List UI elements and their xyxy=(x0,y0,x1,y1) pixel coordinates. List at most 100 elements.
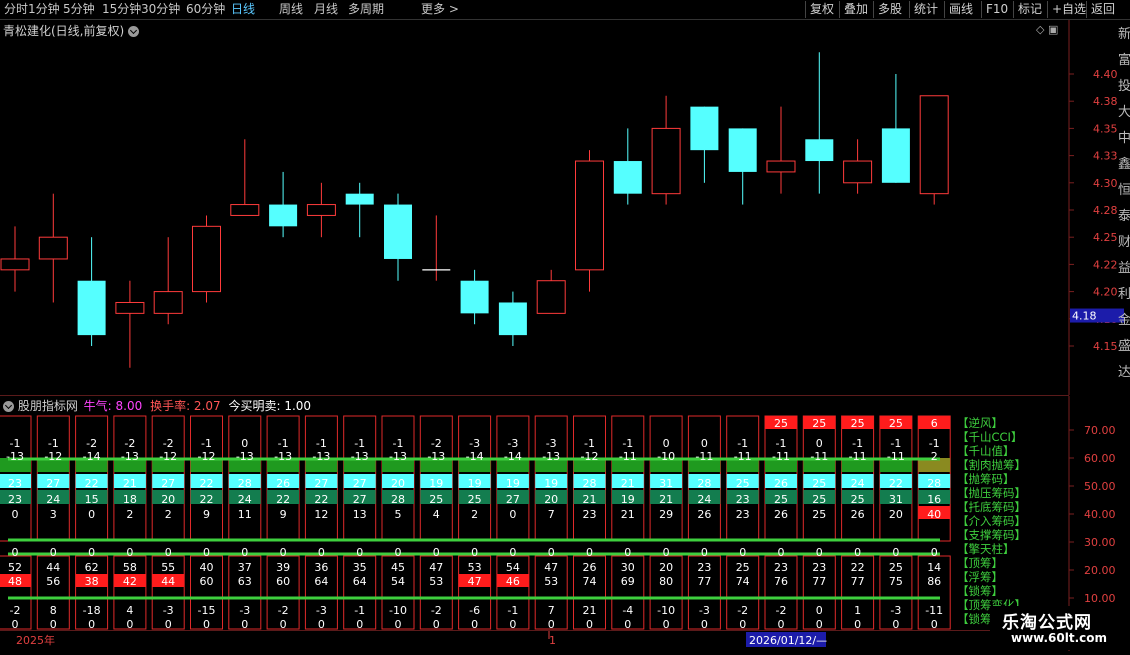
period-tab-4[interactable]: 30分钟 xyxy=(141,1,180,17)
indicator-cell-value: -2 xyxy=(10,604,21,617)
turnover-label: 换手率: 2.07 xyxy=(150,399,221,413)
indicator-tick-label: 50.00 xyxy=(1084,480,1116,493)
indicator-cell-value: 0 xyxy=(663,437,670,450)
period-tab-2[interactable]: 5分钟 xyxy=(63,1,95,17)
indicator-cell-value: -12 xyxy=(198,450,216,463)
indicator-cell-value: 0 xyxy=(739,546,746,559)
indicator-cell-value: 56 xyxy=(46,575,60,588)
indicator-cell-value: 0 xyxy=(778,618,785,630)
stock-title[interactable]: 青松建化(日线,前复权) xyxy=(3,22,140,39)
toolbar-button-3[interactable]: 统计 xyxy=(909,1,942,18)
indicator-cell-value: 53 xyxy=(429,575,443,588)
toolbar-button-8[interactable]: 返回 xyxy=(1086,1,1119,18)
diamond-icon[interactable]: ◇ xyxy=(1036,23,1044,36)
indicator-cell-value: 6 xyxy=(931,417,938,430)
indicator-legend-item: 【抛压筹码】 xyxy=(957,486,1026,500)
indicator-cell-value: 28 xyxy=(697,477,711,490)
indicator-cell-value: 19 xyxy=(429,477,443,490)
toolbar-button-4[interactable]: 画线 xyxy=(944,1,977,18)
indicator-cell-value: 26 xyxy=(697,508,711,521)
indicator-cell-value: 0 xyxy=(50,618,57,630)
indicator-cell-value: -13 xyxy=(274,450,292,463)
indicator-cell-value: -1 xyxy=(890,437,901,450)
toolbar-button-5[interactable]: F10 xyxy=(981,1,1012,18)
candle-body xyxy=(115,301,145,314)
indicator-cell-value: 0 xyxy=(88,546,95,559)
indicator-cell-value: 22 xyxy=(200,493,214,506)
indicator-cell-value: 20 xyxy=(391,477,405,490)
indicator-cell-value: -1 xyxy=(201,437,212,450)
indicator-cell-value: -15 xyxy=(198,604,216,617)
indicator-cell-value: -2 xyxy=(86,437,97,450)
kline-chart[interactable]: 4.40 4.38 4.35 4.33 4.30 4.28 4.25 4.22 4.20 4.18… xyxy=(0,20,1130,395)
indicator-cell-value: 64 xyxy=(314,575,328,588)
indicator-cell-value: 28 xyxy=(927,477,941,490)
indicator-cell-value: 23 xyxy=(8,493,22,506)
indicator-cell-value: 25 xyxy=(812,417,826,430)
indicator-cell-value: 20 xyxy=(161,493,175,506)
indicator-cell-value: 0 xyxy=(50,546,57,559)
period-tab-5[interactable]: 60分钟 xyxy=(186,1,225,17)
indicator-cell-value: 0 xyxy=(931,546,938,559)
indicator-cell-value: 0 xyxy=(509,546,516,559)
indicator-cell-value: 26 xyxy=(851,508,865,521)
indicator-cell-value: 23 xyxy=(697,561,711,574)
indicator-cell-value: -13 xyxy=(6,450,24,463)
current-price-label: 4.18 xyxy=(1072,310,1097,323)
right-edge-glyph: 大 xyxy=(1118,105,1130,120)
indicator-cell-value: 31 xyxy=(889,493,903,506)
indicator-legend-item: 【抛筹码】 xyxy=(957,472,1015,486)
indicator-cell-value: 21 xyxy=(659,493,673,506)
indicator-legend-item: 【割肉抛筹】 xyxy=(957,458,1026,472)
indicator-cell-value: 75 xyxy=(889,575,903,588)
indicator-cell-value: 27 xyxy=(506,493,520,506)
indicator-cell-value: -1 xyxy=(354,604,365,617)
candle-body xyxy=(153,291,183,314)
indicator-title-bar: 股朋指标网 牛气: 8.00 换手率: 2.07 今买明卖: 1.00 xyxy=(3,397,311,414)
indicator-chart[interactable]: 70.00 60.00 50.00 40.00 30.00 20.00 10.00 【逆风】【… xyxy=(0,396,1130,631)
right-edge-glyph: 金 xyxy=(1118,312,1130,328)
period-tab-1[interactable]: 1分钟 xyxy=(28,1,60,17)
period-tab-8[interactable]: 月线 xyxy=(314,1,338,17)
dropdown-icon[interactable] xyxy=(128,26,140,37)
indicator-cell-value: 25 xyxy=(851,493,865,506)
period-tab-3[interactable]: 15分钟 xyxy=(102,1,141,17)
indicator-cell-value: 0 xyxy=(318,618,325,630)
toolbar-button-0[interactable]: 复权 xyxy=(805,1,838,18)
indicator-cell-value: 4 xyxy=(126,604,133,617)
indicator-cell-value: -11 xyxy=(772,450,790,463)
indicator-cell-value: 0 xyxy=(624,546,631,559)
indicator-legend-item: 【顶筹】 xyxy=(957,556,1003,570)
period-tab-0[interactable]: 分时 xyxy=(4,1,28,17)
indicator-cell-value: 0 xyxy=(892,618,899,630)
indicator-cell-value: -13 xyxy=(236,450,254,463)
indicator-cell-value: 25 xyxy=(889,561,903,574)
indicator-cell-value: 47 xyxy=(468,575,482,588)
buysell-label: 今买明卖: 1.00 xyxy=(228,399,312,413)
period-tab-10[interactable]: 更多 > xyxy=(421,1,459,17)
indicator-cell-value: 0 xyxy=(471,618,478,630)
toolbar-button-1[interactable]: 叠加 xyxy=(839,1,872,18)
indicator-cell-value: 40 xyxy=(200,561,214,574)
toolbar-button-6[interactable]: 标记 xyxy=(1013,1,1046,18)
period-tab-6[interactable]: 日线 xyxy=(231,1,255,17)
period-tab-9[interactable]: 多周期 xyxy=(348,1,384,17)
indicator-cell-value: 0 xyxy=(701,618,708,630)
indicator-cell-value: 0 xyxy=(816,437,823,450)
period-tab-7[interactable]: 周线 xyxy=(279,1,303,17)
candle-body xyxy=(766,160,796,173)
indicator-cell-value: 0 xyxy=(739,618,746,630)
indicator-dropdown-icon[interactable] xyxy=(3,401,14,412)
indicator-panel[interactable]: 70.00 60.00 50.00 40.00 30.00 20.00 10.00 【逆风】【… xyxy=(0,396,1130,631)
indicator-cell-value: 0 xyxy=(88,508,95,521)
toolbar-button-2[interactable]: 多股 xyxy=(873,1,906,18)
indicator-cell-value: 36 xyxy=(314,561,328,574)
window-icon[interactable]: ▣ xyxy=(1048,23,1058,36)
indicator-cell-value: 26 xyxy=(774,508,788,521)
candle-body xyxy=(192,225,221,293)
indicator-cell-value: 22 xyxy=(889,477,903,490)
kline-panel[interactable]: 4.40 4.38 4.35 4.33 4.30 4.28 4.25 4.22 4.20 4.18… xyxy=(0,20,1130,395)
indicator-cell-value: 62 xyxy=(85,561,99,574)
indicator-cell-value: 16 xyxy=(927,493,941,506)
toolbar-button-7[interactable]: +自选 xyxy=(1047,1,1090,18)
